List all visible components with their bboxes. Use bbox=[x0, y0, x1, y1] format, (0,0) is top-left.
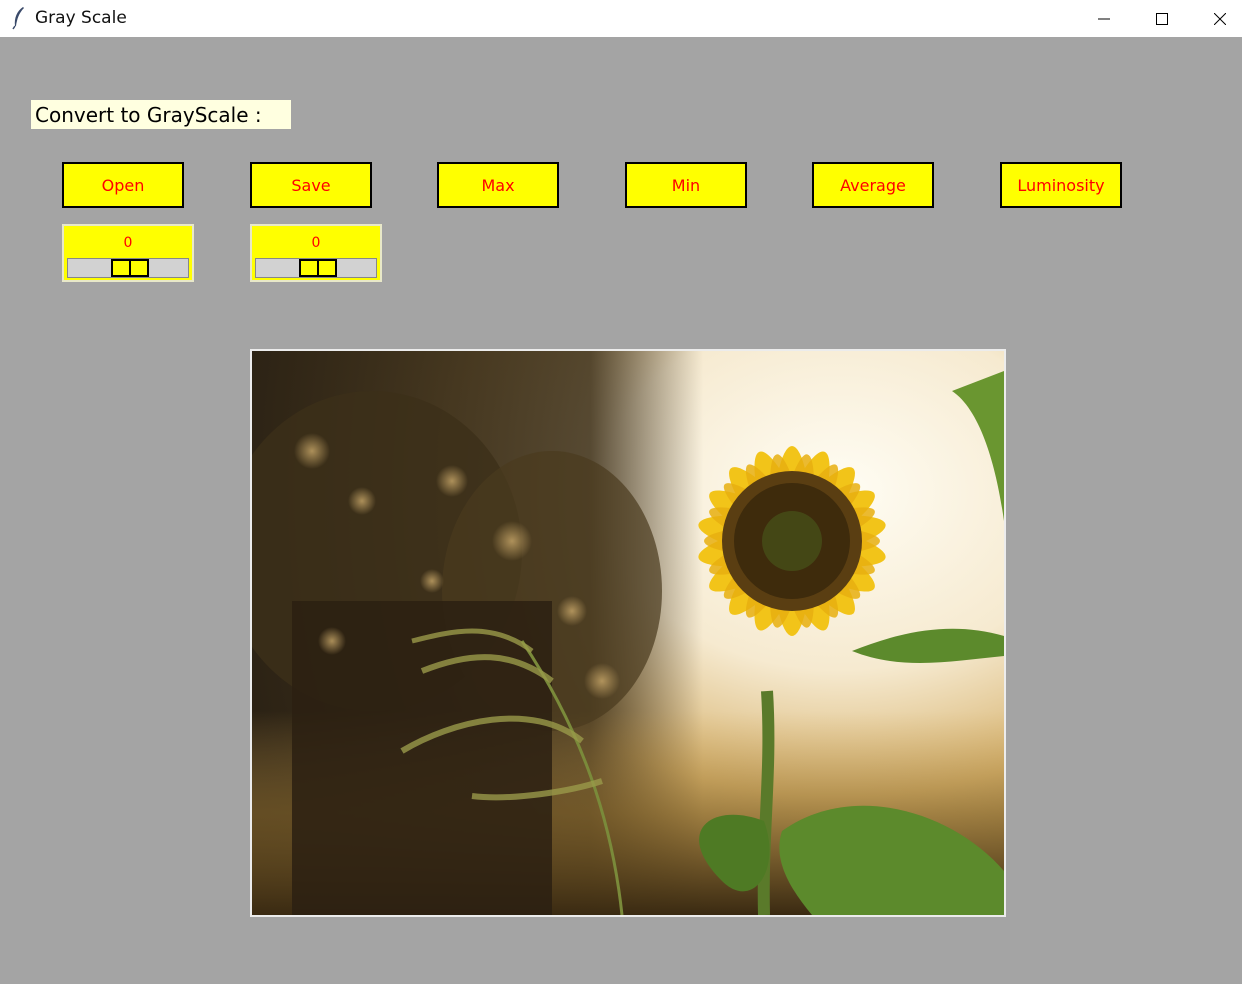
scale-1-value: 0 bbox=[123, 235, 133, 251]
max-button[interactable]: Max bbox=[437, 162, 559, 208]
title-bar: Gray Scale bbox=[0, 0, 1242, 37]
feather-icon bbox=[11, 6, 27, 30]
scale-2-slider[interactable] bbox=[299, 259, 337, 277]
close-icon bbox=[1214, 12, 1226, 25]
scale-1: 0 bbox=[62, 224, 194, 282]
scale-2-trough[interactable] bbox=[255, 258, 377, 278]
open-button[interactable]: Open bbox=[62, 162, 184, 208]
window-title: Gray Scale bbox=[35, 8, 127, 28]
average-button[interactable]: Average bbox=[812, 162, 934, 208]
image-panel bbox=[250, 349, 1006, 917]
scale-1-trough[interactable] bbox=[67, 258, 189, 278]
close-button[interactable] bbox=[1191, 0, 1242, 37]
maximize-icon bbox=[1156, 12, 1168, 25]
scale-2: 0 bbox=[250, 224, 382, 282]
maximize-button[interactable] bbox=[1133, 0, 1191, 37]
luminosity-button[interactable]: Luminosity bbox=[1000, 162, 1122, 208]
scale-1-slider[interactable] bbox=[111, 259, 149, 277]
save-button[interactable]: Save bbox=[250, 162, 372, 208]
sunflower-image bbox=[252, 351, 1004, 915]
min-button[interactable]: Min bbox=[625, 162, 747, 208]
convert-heading: Convert to GrayScale : bbox=[31, 100, 291, 129]
minimize-icon bbox=[1098, 13, 1110, 25]
scale-2-value: 0 bbox=[311, 235, 321, 251]
minimize-button[interactable] bbox=[1075, 0, 1133, 37]
